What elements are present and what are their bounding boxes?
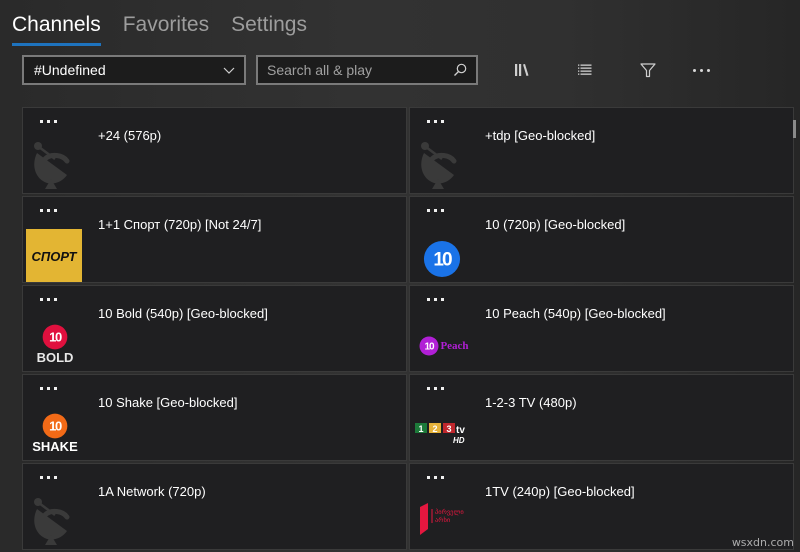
channel-logo [23, 492, 83, 548]
filter-button[interactable] [633, 57, 663, 83]
channel-logo: СПОРТ [26, 229, 82, 282]
channel-logo: 10 Peach [414, 318, 474, 371]
channel-title: +tdp [Geo-blocked] [485, 128, 596, 143]
svg-text:10: 10 [433, 250, 452, 271]
channel-title: 10 Bold (540p) [Geo-blocked] [98, 306, 268, 321]
search-input[interactable] [258, 57, 438, 83]
channel-more-icon[interactable] [40, 120, 57, 123]
channel-more-icon[interactable] [40, 209, 57, 212]
channel-logo [23, 136, 83, 192]
watermark: wsxdn.com [731, 536, 794, 549]
group-select-value: #Undefined [34, 62, 106, 78]
channel-card[interactable]: СПОРТ 1+1 Спорт (720p) [Not 24/7] [22, 196, 407, 283]
channel-card[interactable]: +tdp [Geo-blocked] [409, 107, 794, 194]
channel-title: 10 Peach (540p) [Geo-blocked] [485, 306, 666, 321]
channel-logo: 1 2 3 tv HD [413, 405, 475, 460]
ten-logo-icon: 10 [423, 240, 461, 278]
channel-logo: 10 BOLD [25, 316, 85, 371]
channel-card[interactable]: 10 BOLD 10 Bold (540p) [Geo-blocked] [22, 285, 407, 372]
svg-text:პირველი: პირველი [435, 507, 464, 516]
channel-more-icon[interactable] [427, 209, 444, 212]
library-icon [515, 64, 529, 76]
channel-more-icon[interactable] [427, 387, 444, 390]
svg-text:10: 10 [49, 330, 62, 345]
svg-text:HD: HD [453, 436, 465, 445]
channel-logo: პირველი არხი [413, 492, 473, 548]
more-icon [692, 68, 710, 72]
channel-more-icon[interactable] [427, 120, 444, 123]
group-select[interactable]: #Undefined [22, 55, 246, 85]
scrollbar-thumb[interactable] [793, 120, 796, 138]
channel-card[interactable]: 10 Peach 10 Peach (540p) [Geo-blocked] [409, 285, 794, 372]
search-icon[interactable] [452, 62, 468, 78]
tab-favorites[interactable]: Favorites [123, 8, 209, 44]
channel-more-icon[interactable] [40, 298, 57, 301]
channel-card[interactable]: +24 (576p) [22, 107, 407, 194]
channel-title: +24 (576p) [98, 128, 162, 143]
svg-text:1: 1 [418, 424, 423, 434]
channel-logo: 10 [412, 231, 472, 282]
channel-logo [410, 136, 470, 192]
channel-card[interactable]: 10 SHAKE 10 Shake [Geo-blocked] [22, 374, 407, 461]
toolbar: #Undefined [22, 55, 800, 86]
channel-more-icon[interactable] [427, 476, 444, 479]
ten-logo-icon: 10 [42, 413, 68, 439]
svg-text:2: 2 [432, 424, 437, 434]
svg-text:10: 10 [425, 342, 436, 353]
ten-logo-icon: 10 [42, 324, 68, 350]
channel-card[interactable]: 1A Network (720p) [22, 463, 407, 550]
channel-grid: +24 (576p) +tdp [Geo-blocked] СПОРТ 1+1 Спо… [22, 107, 794, 550]
channel-title: 1-2-3 TV (480p) [485, 395, 577, 410]
chevron-down-icon [223, 67, 235, 74]
channel-more-icon[interactable] [427, 298, 444, 301]
satellite-dish-icon [34, 142, 70, 189]
channel-title: 10 (720p) [Geo-blocked] [485, 217, 626, 232]
tab-channels[interactable]: Channels [12, 8, 101, 46]
library-button[interactable] [507, 57, 537, 83]
svg-text:10: 10 [49, 419, 62, 434]
more-options-button[interactable] [686, 57, 716, 83]
channel-more-icon[interactable] [40, 387, 57, 390]
channel-logo-text: СПОРТ [31, 249, 77, 264]
channel-card[interactable]: 10 10 (720p) [Geo-blocked] [409, 196, 794, 283]
list-icon [578, 64, 592, 75]
channel-logo-text: Peach [440, 340, 469, 352]
channel-title: 1A Network (720p) [98, 484, 206, 499]
satellite-dish-icon [421, 142, 457, 189]
channel-logo-text: BOLD [36, 350, 74, 365]
svg-text:3: 3 [446, 424, 451, 434]
channel-card[interactable]: 1 2 3 tv HD 1-2-3 TV (480p) [409, 374, 794, 461]
channel-logo: 10 SHAKE [25, 405, 85, 460]
search-box [256, 55, 478, 85]
filter-icon [640, 63, 656, 78]
app-window: Channels Favorites Settings #Undefined S… [0, 0, 800, 552]
svg-text:tv: tv [456, 425, 465, 436]
list-view-button[interactable] [570, 57, 600, 83]
channel-title: 10 Shake [Geo-blocked] [98, 395, 238, 410]
channel-title: 1TV (240p) [Geo-blocked] [485, 484, 635, 499]
satellite-dish-icon [34, 498, 70, 545]
tab-bar: Channels Favorites Settings [12, 8, 329, 46]
channel-logo-text: SHAKE [32, 439, 78, 454]
channel-title: 1+1 Спорт (720p) [Not 24/7] [98, 217, 262, 232]
svg-text:არხი: არხი [435, 515, 451, 524]
ten-logo-icon: 10 [419, 336, 439, 356]
tab-settings[interactable]: Settings [231, 8, 307, 44]
channel-more-icon[interactable] [40, 476, 57, 479]
